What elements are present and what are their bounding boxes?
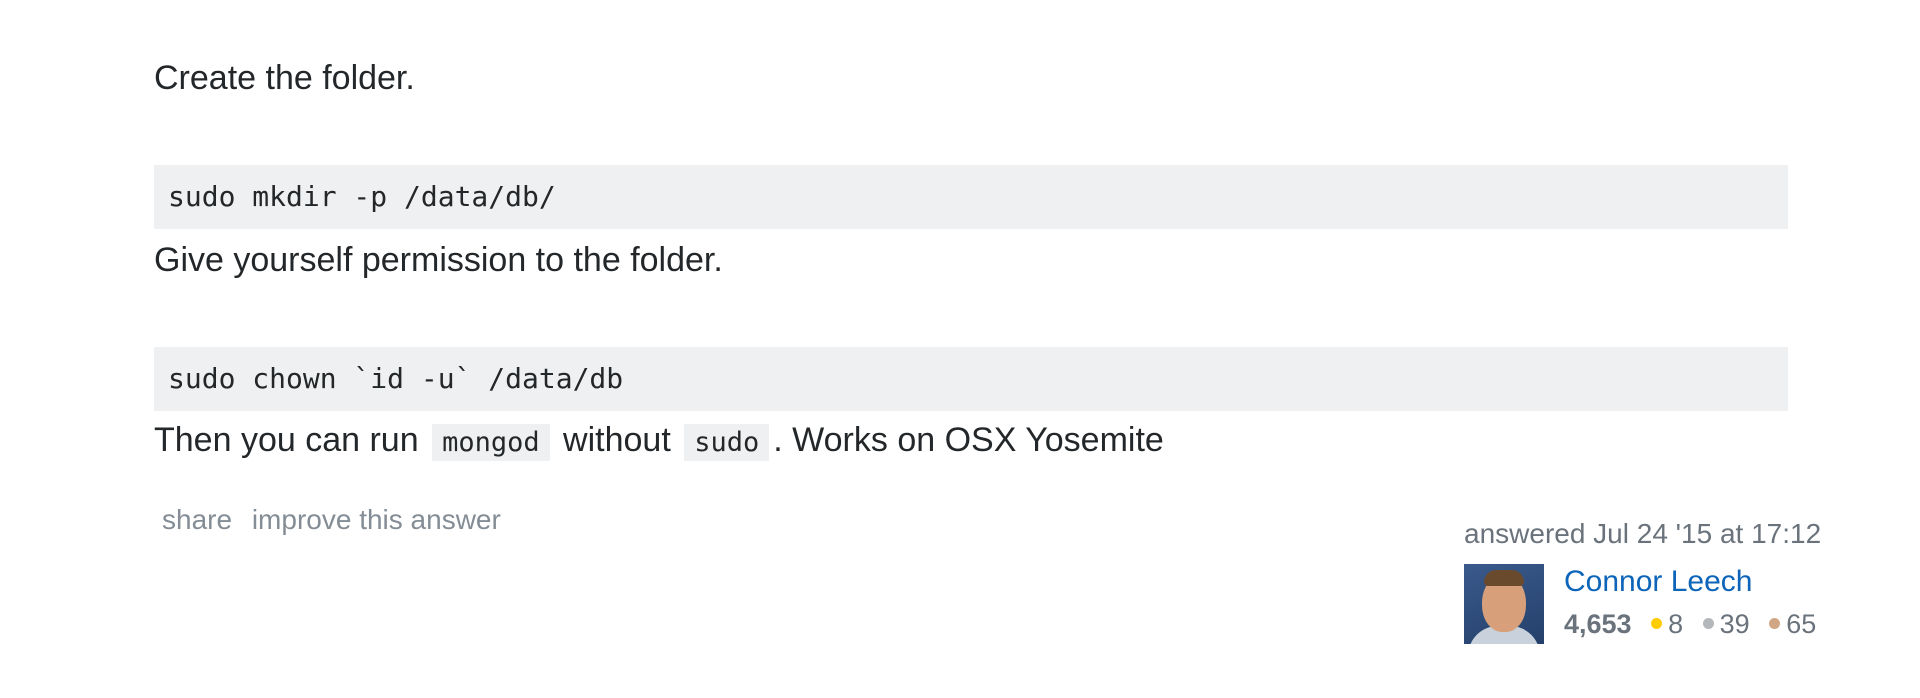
bronze-badge-count: 65 [1786,609,1817,639]
paragraph-permission: Give yourself permission to the folder. [154,241,723,279]
post-menu: share improve this answer [162,504,513,536]
gold-badge-icon [1651,618,1663,630]
silver-badge-icon [1702,618,1714,630]
avatar-hair [1484,570,1524,586]
user-stats: 4,653 8 39 65 [1564,604,1828,644]
inline-code-sudo: sudo [684,424,770,461]
share-link[interactable]: share [162,504,232,535]
silver-badge-count: 39 [1719,609,1750,639]
improve-answer-link[interactable]: improve this answer [252,504,501,535]
answered-time: answered Jul 24 '15 at 17:12 [1464,518,1822,549]
paragraph-run-mongod: Then you can run mongod without sudo. Wo… [154,418,1164,465]
text-segment: without [553,421,681,459]
text-segment: Then you can run [154,421,429,459]
code-block-chown: sudo chown `id -u` /data/db [154,347,1788,411]
user-avatar-icon[interactable] [1464,564,1544,644]
user-signature: answered Jul 24 '15 at 17:12 Connor Leec… [1464,512,1822,648]
gold-badge-count: 8 [1668,609,1684,639]
user-name-link[interactable]: Connor Leech [1564,562,1752,602]
bronze-badge-icon [1769,618,1781,630]
reputation-score: 4,653 [1564,609,1632,639]
paragraph-create-folder: Create the folder. [154,59,415,97]
code-block-mkdir: sudo mkdir -p /data/db/ [154,165,1788,229]
user-card: Connor Leech 4,653 8 39 65 [1464,562,1816,648]
text-segment: . Works on OSX Yosemite [773,421,1164,459]
inline-code-mongod: mongod [432,424,550,461]
